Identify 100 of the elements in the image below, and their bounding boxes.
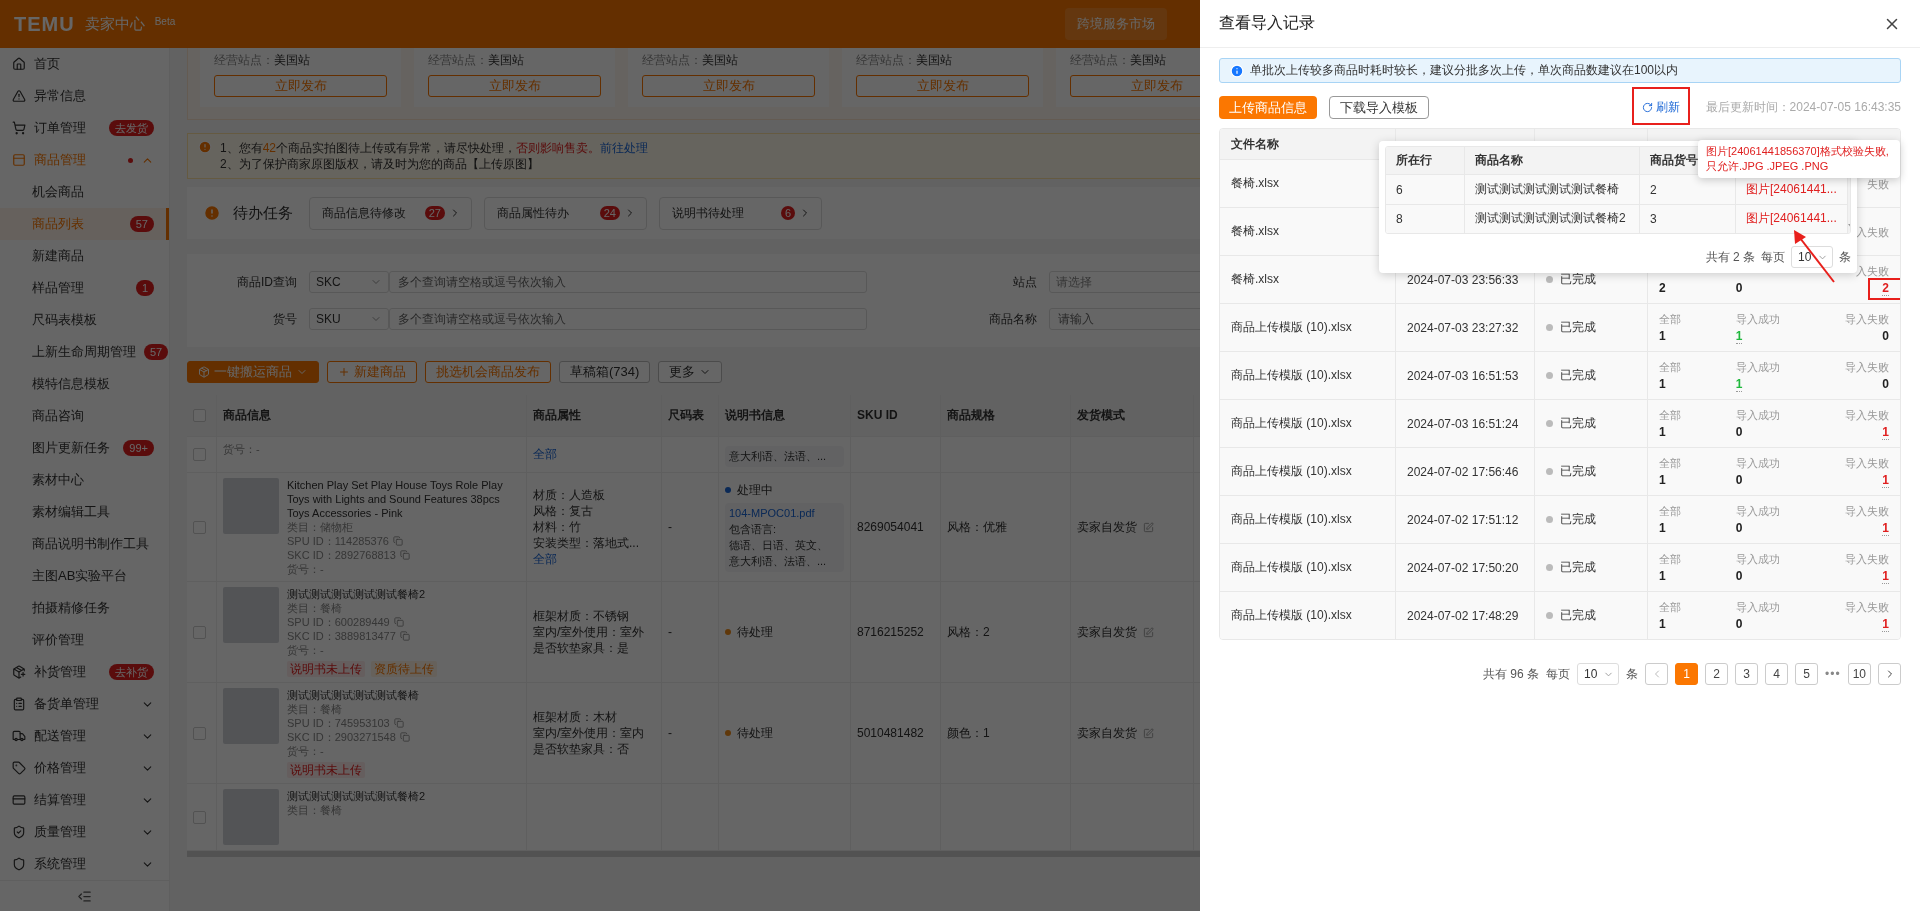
upload-time: 2024-07-03 23:56:33: [1407, 272, 1519, 287]
total-label: 全部: [1659, 359, 1681, 374]
table-cell: 6: [1396, 182, 1403, 197]
failed-count: 0: [1882, 328, 1889, 343]
status-text: 已完成: [1560, 415, 1596, 432]
per-page-label: 每页: [1761, 248, 1785, 266]
column-header: 发货模式: [1077, 407, 1126, 424]
site-value: 美国站: [916, 52, 952, 69]
manual-status: 处理中: [737, 482, 773, 498]
status-text: 已完成: [1560, 559, 1596, 576]
count-badge: 1: [135, 280, 154, 296]
upload-time: 2024-07-02 17:51:12: [1407, 512, 1519, 527]
status-text: 已完成: [1560, 511, 1596, 528]
last-update-text: 最后更新时间：2024-07-05 16:43:35: [1705, 99, 1901, 116]
per-page-label: 每页: [1546, 665, 1571, 683]
column-header: 商品规格: [947, 407, 996, 424]
size-chart-value: -: [668, 725, 673, 741]
attribute-text: 框架材质：不锈钢: [533, 608, 630, 624]
attribute-text: 室内/室外使用：室内: [533, 725, 646, 741]
failed-count: 0: [1882, 376, 1889, 391]
site-value: 美国站: [274, 52, 310, 69]
spec-text: 风格：优雅: [947, 519, 1008, 535]
spec-text: 风格：2: [947, 624, 991, 640]
success-count: 0: [1735, 520, 1743, 535]
column-header: 商品信息: [223, 407, 272, 424]
failed-label: 导入失败: [1845, 551, 1889, 566]
upload-time: 2024-07-03 16:51:53: [1407, 368, 1519, 383]
languages-text: 德语、日语、英文、: [729, 537, 829, 553]
status-text: 已完成: [1560, 367, 1596, 384]
unit-label: 条: [1839, 248, 1851, 266]
success-count: 0: [1735, 472, 1743, 487]
total-text: 共有 96 条: [1483, 665, 1540, 683]
sidebar-tag: 去补货: [109, 664, 154, 680]
count-badge: 57: [129, 216, 154, 232]
column-header: 说明书信息: [725, 407, 786, 424]
manual-status: 待处理: [737, 624, 773, 640]
upload-time: 2024-07-03 16:51:24: [1407, 416, 1519, 431]
failed-label: 导入失败: [1845, 311, 1889, 326]
success-label: 导入成功: [1735, 407, 1780, 422]
column-header: 文件名称: [1231, 135, 1279, 153]
success-label: 导入成功: [1735, 311, 1780, 326]
notice-text: 2、为了保护商家原图版权，请及时为您的商品【上传原图】: [220, 156, 540, 172]
column-header: SKU ID: [857, 407, 899, 424]
file-name: 商品上传模版 (10).xlsx: [1231, 367, 1352, 384]
file-name: 商品上传模版 (10).xlsx: [1231, 559, 1352, 576]
manual-status: 待处理: [737, 725, 773, 741]
filter-label: 商品名称: [988, 310, 1037, 328]
success-count: 0: [1735, 568, 1743, 583]
failed-label: 失败: [1867, 176, 1889, 191]
attribute-text: 室内/室外使用：室外: [533, 624, 646, 640]
languages-text: 意大利语、法语、...: [729, 553, 828, 569]
total-label: 全部: [1659, 503, 1681, 518]
total-count: 1: [1659, 568, 1666, 583]
success-count: 0: [1735, 616, 1743, 631]
column-header: 所在行: [1396, 152, 1432, 170]
failed-label: 入失败: [1856, 263, 1889, 278]
tooltip-text: 图片[24061441856370]格式校验失败,: [1706, 144, 1890, 159]
table-cell: 2: [1650, 182, 1657, 197]
table-cell: 测试测试测试测试测试餐椅: [1475, 181, 1619, 199]
attribute-text: 材质：人造板: [533, 487, 606, 503]
upload-time: 2024-07-02 17:50:20: [1407, 560, 1519, 575]
size-chart-value: -: [668, 519, 673, 535]
column-header: 尺码表: [668, 407, 705, 424]
product-name: 卖家中心: [84, 14, 145, 34]
languages-text: 意大利语、法语、...: [729, 449, 828, 464]
shipping-mode: 卖家自发货: [1077, 624, 1137, 640]
success-label: 导入成功: [1735, 503, 1780, 518]
product-title: 测试测试测试测试测试餐椅: [287, 688, 419, 702]
file-name: 商品上传模版 (10).xlsx: [1231, 415, 1352, 432]
failed-label: 导入失败: [1845, 455, 1889, 470]
failed-label: 导入失败: [1845, 359, 1889, 374]
count-badge: 57: [144, 344, 169, 360]
file-name: 商品上传模版 (10).xlsx: [1231, 511, 1352, 528]
todo-title: 待办任务: [233, 203, 293, 223]
status-text: 已完成: [1560, 319, 1596, 336]
file-name: 餐椅.xlsx: [1231, 175, 1279, 192]
failed-label: 导入失败: [1845, 407, 1889, 422]
failed-label: 入失败: [1856, 224, 1889, 239]
spec-text: 颜色：1: [947, 725, 991, 741]
success-label: 导入成功: [1735, 455, 1780, 470]
attribute-text: 风格：复古: [533, 503, 594, 519]
sidebar-tag: 去发货: [109, 120, 154, 136]
unit-label: 条: [1626, 665, 1639, 683]
column-header: 商品名称: [1475, 152, 1523, 170]
success-count: 0: [1735, 280, 1743, 295]
upload-time: 2024-07-02 17:48:29: [1407, 608, 1519, 623]
total-count: 1: [1659, 520, 1666, 535]
drawer-title: 查看导入记录: [1219, 13, 1315, 33]
shipping-mode: 卖家自发货: [1077, 519, 1137, 535]
total-label: 全部: [1659, 407, 1681, 422]
total-count: 2: [1659, 280, 1666, 295]
failed-label: 导入失败: [1845, 503, 1889, 518]
status-text: 已完成: [1560, 607, 1596, 624]
total-label: 全部: [1659, 455, 1681, 470]
column-header: 商品货号: [1650, 152, 1698, 170]
attribute-text: 材料：竹: [533, 519, 582, 535]
file-name: 商品上传模版 (10).xlsx: [1231, 463, 1352, 480]
success-label: 导入成功: [1735, 551, 1780, 566]
attribute-text: 是否软垫家具：是: [533, 640, 630, 656]
table-cell: 3: [1650, 211, 1657, 226]
